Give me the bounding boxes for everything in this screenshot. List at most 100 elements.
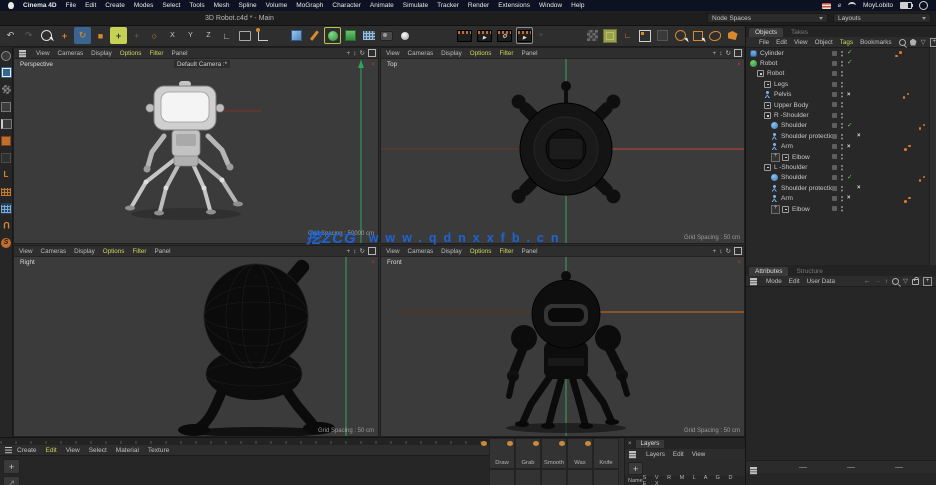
viewport-perspective[interactable]: View Cameras Display Options Filter Pane… <box>13 47 379 244</box>
tree-row[interactable]: Robot <box>746 69 929 79</box>
obj-menu-edit[interactable]: Edit <box>776 39 787 46</box>
visibility-dots[interactable] <box>841 113 843 115</box>
pentagon-filter-icon[interactable] <box>910 39 917 46</box>
perspective-canvas[interactable] <box>14 58 379 244</box>
snap-grid-button[interactable] <box>584 27 601 44</box>
vpmenu-cameras[interactable]: Cameras <box>58 50 84 57</box>
tab-layers[interactable]: Layers <box>636 440 665 448</box>
vpmenu-panel[interactable]: Panel <box>521 248 537 255</box>
dolly-icon[interactable]: ↕ <box>353 248 356 255</box>
layer-toggle[interactable] <box>832 82 837 87</box>
wifi-icon[interactable] <box>848 2 856 9</box>
object-label[interactable]: Pelvis <box>774 91 791 98</box>
workplane-tile-button[interactable] <box>602 27 619 44</box>
node-spaces-dropdown[interactable]: Node Spaces <box>707 13 828 23</box>
rotate-view-icon[interactable]: ↻ <box>726 49 731 57</box>
vpmenu-cameras[interactable]: Cameras <box>41 248 67 255</box>
rotate-button[interactable]: ↻ <box>74 27 91 44</box>
render-animation-button[interactable] <box>476 27 493 44</box>
add-panel-icon[interactable]: + <box>923 277 932 286</box>
tree-row[interactable]: Shoulder <box>746 173 929 183</box>
link-material-button[interactable]: ↗ <box>3 476 20 485</box>
attr-menu-userdata[interactable]: User Data <box>807 278 835 285</box>
search-icon[interactable] <box>892 278 899 285</box>
pan-icon[interactable]: + <box>713 50 717 57</box>
hamburger-icon[interactable] <box>629 451 636 452</box>
mat-menu-edit[interactable]: Edit <box>46 447 57 454</box>
expand-icon[interactable] <box>771 205 780 214</box>
rotate-view-icon[interactable]: ↻ <box>360 49 365 57</box>
menu-mesh[interactable]: Mesh <box>214 2 230 9</box>
lasso-select-button[interactable] <box>707 27 724 44</box>
layer-toggle[interactable] <box>832 102 837 107</box>
maximize-view-icon[interactable] <box>734 49 742 57</box>
vpmenu-display[interactable]: Display <box>91 50 112 57</box>
menu-volume[interactable]: Volume <box>266 2 288 9</box>
enabled-check-icon[interactable] <box>847 174 852 182</box>
polygon-mode-button[interactable] <box>1 135 12 146</box>
layer-toggle[interactable] <box>832 144 837 149</box>
menu-select[interactable]: Select <box>162 2 180 9</box>
mat-menu-select[interactable]: Select <box>89 447 107 454</box>
weight-tag-icon[interactable] <box>857 132 861 140</box>
tree-row[interactable]: Upper Body <box>746 100 929 110</box>
magnet-snap-button[interactable]: U <box>1 220 12 231</box>
hamburger-icon[interactable] <box>750 467 757 468</box>
vpmenu-options[interactable]: Options <box>470 248 492 255</box>
brush-tile[interactable] <box>515 469 541 485</box>
pan-icon[interactable]: + <box>347 248 351 255</box>
add-material-button[interactable]: + <box>3 459 20 474</box>
object-label[interactable]: Robot <box>760 60 777 67</box>
poly-select-button[interactable] <box>724 27 741 44</box>
active-move-tool-button[interactable]: + <box>110 27 127 44</box>
menu-tools[interactable]: Tools <box>189 2 204 9</box>
light-button[interactable] <box>396 27 413 44</box>
visibility-dots[interactable] <box>841 144 843 146</box>
volume-builder-button[interactable] <box>342 27 359 44</box>
viewport-top[interactable]: View Cameras Display Options Filter Pane… <box>380 47 745 244</box>
mat-menu-material[interactable]: Material <box>116 447 139 454</box>
workplane-box-button[interactable] <box>236 27 253 44</box>
tab-takes[interactable]: Takes <box>785 28 814 37</box>
lock-z-button[interactable]: Z <box>200 27 217 44</box>
vpmenu-cameras[interactable]: Cameras <box>408 248 434 255</box>
brush-tile[interactable] <box>567 469 593 485</box>
layer-toggle[interactable] <box>832 186 837 191</box>
enabled-check-icon[interactable] <box>847 59 852 67</box>
menu-create[interactable]: Create <box>105 2 125 9</box>
search-icon[interactable] <box>899 39 906 46</box>
dim-cube-button[interactable] <box>654 27 671 44</box>
layer-toggle[interactable] <box>832 196 837 201</box>
texture-tag-icon[interactable] <box>904 196 911 203</box>
texture-tag-icon[interactable] <box>904 144 911 151</box>
enabled-check-icon[interactable] <box>847 49 852 57</box>
object-label[interactable]: Cylinder <box>760 50 784 57</box>
menu-tracker[interactable]: Tracker <box>437 2 459 9</box>
picture-viewer-button[interactable] <box>516 27 533 44</box>
vpmenu-display[interactable]: Display <box>441 248 462 255</box>
menu-window[interactable]: Window <box>539 2 562 9</box>
visibility-dots[interactable] <box>841 123 843 125</box>
weight-tag-icon[interactable] <box>857 184 861 192</box>
menu-help[interactable]: Help <box>571 2 584 9</box>
render-add-button[interactable]: + <box>536 30 546 40</box>
add-panel-icon[interactable]: + <box>930 38 936 47</box>
layer-toggle[interactable] <box>832 154 837 159</box>
array-button[interactable] <box>360 27 377 44</box>
texture-tag-icon[interactable] <box>918 123 925 130</box>
layer-toggle[interactable] <box>832 113 837 118</box>
menu-character[interactable]: Character <box>332 2 361 9</box>
axis-mode-button[interactable]: L <box>1 169 12 180</box>
rotate-band-button[interactable]: ○ <box>146 27 163 44</box>
object-label[interactable]: L -Shoulder <box>774 164 807 171</box>
menu-cinema4d[interactable]: Cinema 4D <box>23 2 57 9</box>
viewport-right[interactable]: View Cameras Display Options Filter Pane… <box>13 245 379 437</box>
tree-row[interactable]: Elbow <box>746 204 929 214</box>
visibility-dots[interactable] <box>841 196 843 198</box>
rotate-view-icon[interactable]: ↻ <box>360 247 365 255</box>
tree-scrollbar[interactable] <box>929 48 936 265</box>
visibility-dots[interactable] <box>841 186 843 188</box>
vpmenu-display[interactable]: Display <box>74 248 95 255</box>
lock-y-button[interactable]: Y <box>182 27 199 44</box>
attr-menu-edit[interactable]: Edit <box>789 278 800 285</box>
